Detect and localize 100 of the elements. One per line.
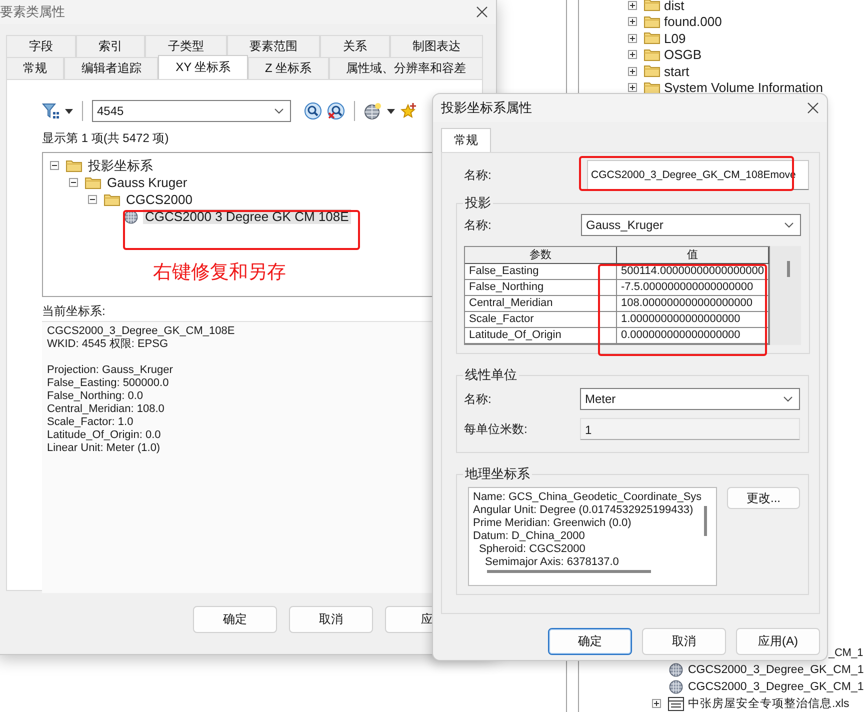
column-header[interactable]: 参数 <box>465 247 617 264</box>
folder-icon <box>85 176 101 190</box>
dialog-button[interactable]: 确定 <box>193 606 277 633</box>
tree-item[interactable]: OSGB <box>664 47 702 62</box>
scrollbar-thumb[interactable] <box>787 261 790 277</box>
star-add-icon[interactable] <box>400 102 418 120</box>
dialog-button[interactable]: 取消 <box>642 628 726 655</box>
filter-icon[interactable] <box>42 102 60 120</box>
folder-icon <box>644 48 660 62</box>
tree-item[interactable]: 中张房屋安全专项整治信息.xls <box>688 696 850 711</box>
info-line: WKID: 4545 权限: EPSG <box>47 338 168 351</box>
search-combo[interactable]: 4545 <box>92 100 291 122</box>
expand-icon[interactable] <box>628 34 637 43</box>
chevron-down-icon[interactable] <box>784 222 794 228</box>
tree-item[interactable]: found.000 <box>664 14 722 30</box>
info-line: Projection: Gauss_Kruger <box>47 364 173 377</box>
caret-icon[interactable] <box>65 108 73 114</box>
clear-search-icon[interactable] <box>327 102 345 120</box>
tab[interactable]: 常规 <box>441 128 491 152</box>
dialog-button[interactable]: 确定 <box>548 628 632 655</box>
table-cell: False_Northing <box>465 280 617 296</box>
folder-icon <box>644 64 660 78</box>
tab[interactable]: Z 坐标系 <box>248 57 329 79</box>
info-line: Spheroid: CGCS2000 <box>479 543 586 556</box>
collapse-icon[interactable] <box>50 161 59 170</box>
folder-icon <box>644 14 660 29</box>
group-label: 线性单位 <box>464 366 518 384</box>
dialog-button[interactable]: 应用(A) <box>736 628 820 655</box>
scrollbar-thumb[interactable] <box>704 506 707 536</box>
table-cell: 500114.00000000000000000 <box>617 264 769 280</box>
info-line: Scale_Factor: 1.0 <box>47 416 134 429</box>
table-cell: 1.000000000000000000 <box>617 312 769 328</box>
tab[interactable]: 关系 <box>320 35 390 57</box>
folder-icon <box>644 31 660 46</box>
tab[interactable]: 子类型 <box>145 35 226 57</box>
folder-icon <box>104 192 120 206</box>
column-header[interactable]: 值 <box>617 247 769 264</box>
caret-icon[interactable] <box>387 108 395 114</box>
scrollbar-thumb[interactable] <box>487 570 651 573</box>
close-icon[interactable] <box>476 6 488 18</box>
field-label: 名称: <box>463 216 492 234</box>
group-label: 地理坐标系 <box>464 465 531 483</box>
info-line: False_Northing: 0.0 <box>47 390 143 403</box>
collapse-icon[interactable] <box>69 178 78 187</box>
tree-item[interactable]: L09 <box>664 30 686 46</box>
chevron-down-icon[interactable] <box>274 108 284 114</box>
tab[interactable]: 属性域、分辨率和容差 <box>328 57 483 79</box>
expand-icon[interactable] <box>628 0 637 10</box>
tab[interactable]: 要素范围 <box>226 35 320 57</box>
tree-item[interactable]: Gauss Kruger <box>105 175 190 190</box>
tab[interactable]: 常规 <box>6 57 64 79</box>
table-cell: -7.5.000000000000000000 <box>617 280 769 296</box>
tree-item[interactable]: start <box>664 64 690 79</box>
field-label: 名称: <box>463 390 492 408</box>
tab[interactable]: XY 坐标系 <box>158 55 248 79</box>
globe-icon <box>668 662 684 676</box>
tab[interactable]: 索引 <box>76 35 145 57</box>
tree-item[interactable]: _CM_1 <box>828 646 863 658</box>
change-button[interactable]: 更改... <box>727 487 800 509</box>
search-icon[interactable] <box>304 102 322 120</box>
expand-icon[interactable] <box>628 66 637 76</box>
table-cell: False_Easting <box>465 264 617 280</box>
projection-dropdown[interactable]: Gauss_Kruger <box>581 214 801 236</box>
tree-item[interactable]: CGCS2000_3_Degree_GK_CM_1 <box>688 664 864 676</box>
tree-item[interactable]: CGCS2000_3_Degree_GK_CM_1 <box>688 680 864 692</box>
tab[interactable]: 编辑者追踪 <box>64 57 158 79</box>
meters-field[interactable]: 1 <box>580 418 800 440</box>
info-line: Central_Meridian: 108.0 <box>47 403 164 416</box>
info-line: Name: GCS_China_Geodetic_Coordinate_Sys <box>473 491 701 504</box>
expand-icon[interactable] <box>628 17 637 26</box>
expand-icon[interactable] <box>628 83 637 92</box>
info-line: Semimajor Axis: 6378137.0 <box>485 556 619 569</box>
group-label: 投影 <box>464 194 492 212</box>
tree-item[interactable]: System Volume Information <box>664 80 823 96</box>
tab[interactable]: 字段 <box>6 35 76 57</box>
info-line: Latitude_Of_Origin: 0.0 <box>47 429 161 442</box>
tab[interactable]: 制图表达 <box>390 35 483 57</box>
info-line: Datum: D_China_2000 <box>473 530 585 543</box>
info-line: Linear Unit: Meter (1.0) <box>47 442 160 455</box>
table-cell: Central_Meridian <box>465 296 617 312</box>
dialog-button[interactable]: 取消 <box>289 606 373 633</box>
close-icon[interactable] <box>807 102 819 114</box>
expand-icon[interactable] <box>652 699 661 708</box>
chevron-down-icon[interactable] <box>783 396 793 402</box>
tree-item[interactable]: 投影坐标系 <box>86 156 155 174</box>
globe-icon[interactable] <box>364 102 382 120</box>
tree-item[interactable]: CGCS2000 <box>124 192 194 207</box>
info-line: Prime Meridian: Greenwich (0.0) <box>473 517 632 530</box>
globe-icon <box>668 680 684 694</box>
tree-item[interactable]: dist <box>664 0 684 13</box>
annotation-text: 右键修复和另存 <box>153 261 286 285</box>
folder-icon <box>644 80 660 95</box>
unit-dropdown[interactable]: Meter <box>580 388 800 410</box>
field-label: 名称: <box>463 166 492 184</box>
field-label: 每单位米数: <box>463 420 528 438</box>
window-title: 投影坐标系属性 <box>441 99 532 117</box>
expand-icon[interactable] <box>628 50 637 60</box>
result-count: 显示第 1 项(共 5472 项) <box>42 130 169 146</box>
folder-icon <box>66 158 82 172</box>
collapse-icon[interactable] <box>88 195 97 204</box>
